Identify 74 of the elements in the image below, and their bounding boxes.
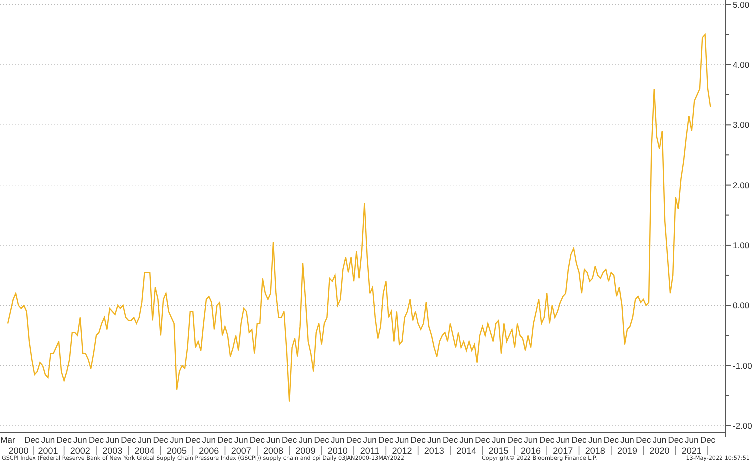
x-tick-label: Jun [524, 435, 538, 445]
x-tick-label: Jun [363, 435, 377, 445]
x-tick-label: Dec [153, 435, 168, 445]
y-tick-label: -1.00 [733, 360, 752, 371]
x-tick-label: Dec [186, 435, 201, 445]
x-tick-label: Jun [170, 435, 184, 445]
x-tick-label: Jun [428, 435, 442, 445]
x-tick-label: Dec [410, 435, 426, 445]
x-tick-label: Jun [41, 435, 56, 445]
x-tick-label: Jun [106, 435, 120, 445]
x-tick-label: Dec [282, 435, 298, 445]
x-tick-label: Jun [588, 435, 602, 445]
x-tick-label: Dec [442, 435, 458, 445]
x-tick-label: Dec [572, 435, 587, 445]
year-label: 2000 [8, 446, 29, 455]
year-label: 2007 [231, 446, 252, 455]
year-label: 2008 [264, 446, 284, 455]
x-tick-label: Jun [74, 435, 88, 445]
year-label: 2013 [424, 446, 444, 455]
x-tick-label: Jun [620, 435, 634, 445]
x-tick-label: Dec [636, 435, 652, 445]
x-tick-label: Dec [56, 435, 72, 445]
x-tick-label: Dec [668, 435, 684, 445]
year-label: 2014 [456, 446, 477, 455]
x-tick-label: Dec [346, 435, 362, 445]
x-tick-label: Mar [0, 435, 16, 445]
x-tick-label: Dec [604, 435, 619, 445]
year-label: 2009 [296, 446, 316, 455]
year-label: 2019 [618, 446, 638, 455]
x-tick-label: Jun [298, 435, 313, 445]
year-label: 2015 [488, 446, 509, 455]
year-label: 2010 [328, 446, 348, 455]
x-tick-label: Dec [218, 435, 233, 445]
year-label: 2005 [166, 446, 187, 455]
x-tick-label: Jun [460, 435, 474, 445]
year-label: 2004 [134, 446, 155, 455]
x-tick-label: Jun [556, 435, 570, 445]
x-tick-label: Dec [507, 435, 522, 445]
x-tick-label: Dec [700, 435, 716, 445]
year-label: 2003 [102, 446, 123, 455]
x-tick-label: Jun [492, 435, 506, 445]
year-label: 2016 [520, 446, 541, 455]
x-tick-label: Jun [202, 435, 216, 445]
year-label: 2001 [38, 446, 58, 455]
y-tick-label: 5.00 [733, 0, 750, 10]
x-tick-label: Jun [266, 435, 280, 445]
y-tick-label: -2.00 [733, 420, 752, 431]
x-tick-label: Jun [685, 435, 699, 445]
x-tick-label: Jun [138, 435, 152, 445]
year-label: 2021 [682, 446, 702, 455]
x-tick-label: Jun [331, 435, 345, 445]
y-tick-label: 3.00 [733, 120, 750, 130]
x-tick-label: Jun [234, 435, 248, 445]
year-label: 2002 [70, 446, 90, 455]
x-tick-label: Jun [652, 435, 667, 445]
x-tick-label: Dec [475, 435, 490, 445]
x-tick-label: Dec [250, 435, 265, 445]
x-tick-label: Jun [395, 435, 410, 445]
year-label: 2012 [392, 446, 412, 455]
x-tick-label: Dec [378, 435, 394, 445]
x-tick-label: Dec [314, 435, 330, 445]
x-tick-label: Dec [88, 435, 104, 445]
y-tick-label: 1.00 [733, 240, 750, 250]
year-label: 2017 [553, 446, 574, 455]
year-label: 2018 [585, 446, 606, 455]
year-label: 2011 [360, 446, 380, 455]
y-tick-label: 2.00 [733, 180, 750, 190]
x-tick-label: Dec [24, 435, 40, 445]
x-tick-label: Dec [540, 435, 555, 445]
y-tick-label: 0.00 [733, 300, 750, 311]
year-label: 2006 [199, 446, 220, 455]
x-tick-label: Dec [121, 435, 136, 445]
y-tick-label: 4.00 [733, 60, 750, 70]
year-label: 2020 [650, 446, 670, 455]
